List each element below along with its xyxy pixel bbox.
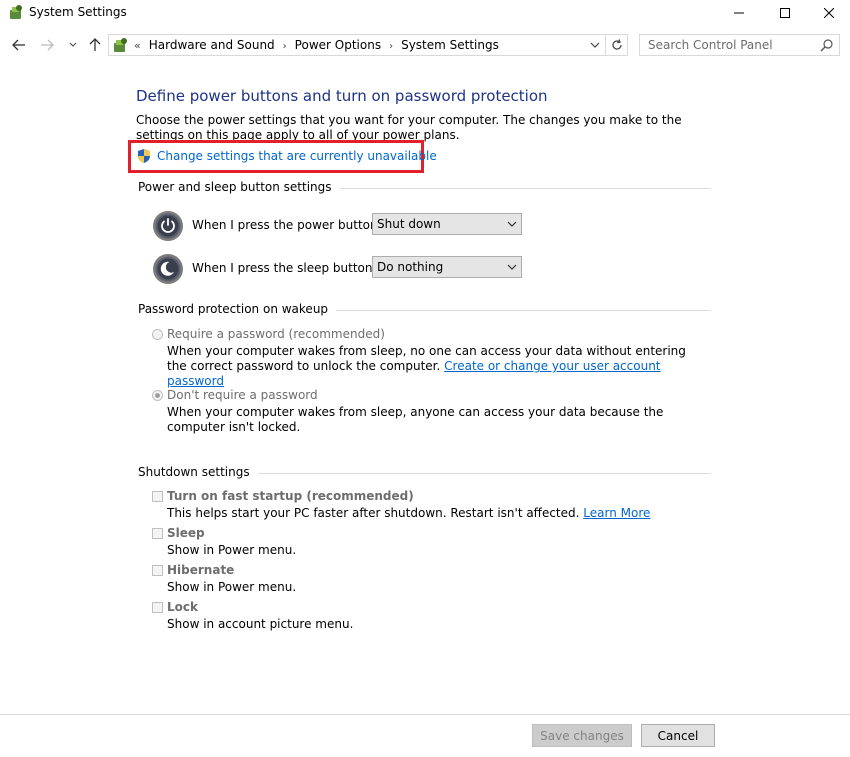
minimize-button[interactable] [716, 0, 762, 26]
shutdown-heading-text: Shutdown settings [138, 465, 250, 479]
shutdown-section-heading: Shutdown settings [138, 464, 711, 480]
no-password-option[interactable]: Don't require a password [152, 388, 318, 402]
sleep-button-row: When I press the sleep button: Do nothin… [152, 253, 552, 285]
fast-startup-description: This helps start your PC faster after sh… [167, 506, 707, 521]
password-heading-text: Password protection on wakeup [138, 302, 329, 316]
section-divider [336, 309, 711, 311]
breadcrumb-separator-icon[interactable]: › [283, 41, 287, 52]
sleep-button-select[interactable]: Do nothing [372, 256, 522, 278]
password-section-heading: Password protection on wakeup [138, 301, 711, 317]
footer-divider [0, 714, 850, 715]
sleep-label: Sleep [167, 526, 205, 540]
power-button-row: When I press the power button: Shut down [152, 210, 552, 242]
sleep-description: Show in Power menu. [167, 543, 297, 557]
refresh-icon [611, 39, 622, 50]
hibernate-label: Hibernate [167, 563, 235, 577]
breadcrumb-system-settings[interactable]: System Settings [401, 38, 499, 52]
overflow-chevron-icon[interactable]: « [134, 39, 141, 52]
hibernate-description: Show in Power menu. [167, 580, 297, 594]
power-options-icon [10, 5, 22, 19]
title-bar: System Settings [0, 0, 850, 26]
close-icon [824, 8, 834, 18]
sleep-button-icon [153, 254, 183, 284]
require-password-radio[interactable] [152, 328, 163, 340]
navigation-bar: « Hardware and Sound › Power Options › System… [0, 31, 850, 61]
change-settings-link[interactable]: Change settings that are currently unava… [136, 148, 437, 164]
control-panel-icon [114, 38, 127, 52]
maximize-button[interactable] [762, 0, 808, 26]
back-button[interactable] [10, 36, 28, 54]
fast-startup-checkbox[interactable] [152, 490, 163, 502]
power-button-icon [153, 211, 183, 241]
search-icon[interactable] [820, 38, 834, 52]
power-button-value: Shut down [377, 217, 441, 231]
hibernate-option[interactable]: Hibernate [152, 563, 234, 577]
chevron-down-icon [590, 42, 600, 48]
lock-option[interactable]: Lock [152, 600, 198, 614]
sleep-button-label: When I press the sleep button: [192, 261, 377, 275]
search-input[interactable] [640, 35, 823, 55]
arrow-right-icon [41, 39, 54, 51]
lock-label: Lock [167, 600, 198, 614]
close-button[interactable] [806, 0, 850, 26]
power-sleep-heading-text: Power and sleep button settings [138, 180, 332, 194]
forward-button[interactable] [38, 36, 56, 54]
fast-startup-label: Turn on fast startup (recommended) [167, 489, 414, 503]
arrow-up-icon [89, 38, 101, 51]
up-button[interactable] [86, 36, 104, 54]
fast-startup-option[interactable]: Turn on fast startup (recommended) [152, 489, 414, 503]
lock-description: Show in account picture menu. [167, 617, 354, 631]
sleep-option[interactable]: Sleep [152, 526, 205, 540]
learn-more-link[interactable]: Learn More [583, 506, 650, 520]
no-password-radio[interactable] [152, 389, 163, 401]
page-title: Define power buttons and turn on passwor… [136, 87, 548, 105]
no-password-description: When your computer wakes from sleep, any… [167, 405, 664, 434]
power-button-label: When I press the power button: [192, 218, 382, 232]
lock-checkbox[interactable] [152, 601, 163, 613]
power-button-select[interactable]: Shut down [372, 213, 522, 235]
no-password-label: Don't require a password [167, 388, 318, 402]
page-description: Choose the power settings that you want … [136, 113, 682, 142]
save-changes-button[interactable]: Save changes [532, 724, 632, 747]
breadcrumb-power-options[interactable]: Power Options [295, 38, 381, 52]
breadcrumb-separator-icon[interactable]: › [389, 41, 393, 52]
chevron-down-icon [69, 42, 77, 47]
section-divider [339, 187, 711, 189]
sleep-checkbox[interactable] [152, 527, 163, 539]
window-title: System Settings [29, 5, 127, 19]
search-box [639, 34, 840, 56]
address-dropdown-button[interactable] [587, 37, 603, 53]
fast-startup-desc-text: This helps start your PC faster after sh… [167, 506, 580, 520]
minimize-icon [734, 12, 744, 14]
breadcrumb-hardware-and-sound[interactable]: Hardware and Sound [149, 38, 275, 52]
breadcrumb: « Hardware and Sound › Power Options › System… [134, 38, 499, 52]
cancel-button[interactable]: Cancel [641, 724, 715, 747]
hibernate-checkbox[interactable] [152, 564, 163, 576]
arrow-left-icon [12, 39, 25, 51]
power-sleep-section-heading: Power and sleep button settings [138, 179, 711, 195]
refresh-button[interactable] [606, 34, 628, 56]
require-password-option[interactable]: Require a password (recommended) [152, 327, 385, 341]
maximize-icon [780, 8, 790, 18]
address-bar[interactable]: « Hardware and Sound › Power Options › System… [108, 34, 606, 56]
sleep-button-value: Do nothing [377, 260, 444, 274]
change-settings-link-text[interactable]: Change settings that are currently unava… [157, 149, 437, 163]
uac-shield-icon [138, 149, 150, 163]
chevron-down-icon [507, 264, 517, 270]
require-password-label: Require a password (recommended) [167, 327, 385, 341]
require-password-description: When your computer wakes from sleep, no … [167, 344, 707, 389]
recent-locations-button[interactable] [64, 36, 82, 54]
section-divider [257, 472, 711, 474]
chevron-down-icon [507, 221, 517, 227]
